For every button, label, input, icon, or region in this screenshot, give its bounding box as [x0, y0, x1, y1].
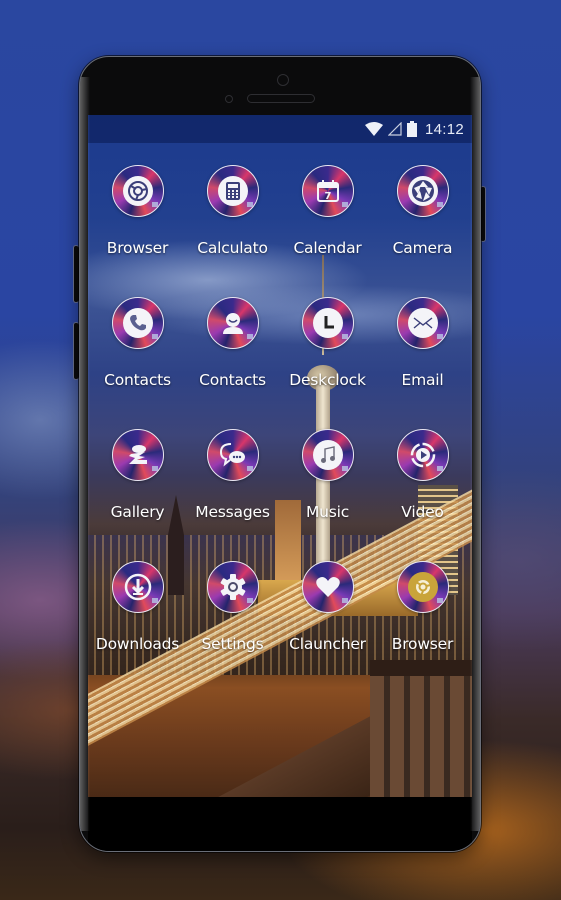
app-label: Browser: [106, 239, 169, 257]
app-label: Browser: [391, 635, 454, 653]
app-music[interactable]: Music: [280, 429, 375, 561]
app-icon-frame[interactable]: [206, 429, 259, 481]
app-icon-frame[interactable]: [396, 561, 449, 613]
app-icon-frame[interactable]: [206, 561, 259, 613]
app-video[interactable]: Video: [375, 429, 470, 561]
chrome-icon: [122, 176, 153, 206]
chat-bubble-icon: [218, 440, 248, 470]
app-calendar[interactable]: 7 Calendar: [280, 165, 375, 297]
music-note-icon: [312, 440, 343, 470]
app-email[interactable]: Email: [375, 297, 470, 429]
envelope-icon: [407, 308, 438, 338]
app-label: Downloads: [95, 635, 180, 653]
status-bar: 14:12: [88, 115, 472, 143]
app-icon-frame[interactable]: [111, 165, 164, 217]
app-icon-frame[interactable]: [206, 165, 259, 217]
person-icon: [218, 308, 248, 338]
app-icon-frame[interactable]: [301, 297, 354, 349]
gallery-icon: [123, 440, 153, 470]
app-contacts-person[interactable]: Contacts: [185, 297, 280, 429]
phone-icon: [122, 308, 153, 338]
app-clauncher[interactable]: Clauncher: [280, 561, 375, 693]
phone-frame: 14:12 Browser Calculato 7 Calendar Camer…: [79, 56, 481, 852]
download-icon: [123, 572, 153, 602]
app-settings[interactable]: Settings: [185, 561, 280, 693]
signal-icon: [387, 122, 402, 136]
app-label: Contacts: [199, 371, 266, 389]
app-gallery[interactable]: Gallery: [90, 429, 185, 561]
wifi-icon: [364, 122, 383, 136]
app-label: Music: [305, 503, 350, 521]
app-messages[interactable]: Messages: [185, 429, 280, 561]
app-downloads[interactable]: Downloads: [90, 561, 185, 693]
clock-icon: [312, 308, 343, 338]
app-icon-frame[interactable]: [396, 429, 449, 481]
app-calculator[interactable]: Calculato: [185, 165, 280, 297]
app-contacts-phone[interactable]: Contacts: [90, 297, 185, 429]
app-icon-frame[interactable]: [301, 429, 354, 481]
app-icon-frame[interactable]: [301, 561, 354, 613]
chrome-icon: [407, 572, 438, 602]
app-icon-frame[interactable]: [111, 297, 164, 349]
app-icon-frame[interactable]: 7: [301, 165, 354, 217]
home-screen: 14:12 Browser Calculato 7 Calendar Camer…: [88, 115, 472, 797]
front-camera: [277, 74, 289, 86]
app-camera[interactable]: Camera: [375, 165, 470, 297]
play-icon: [408, 440, 438, 470]
app-label: Camera: [392, 239, 453, 257]
heart-icon: [313, 572, 343, 602]
status-time: 14:12: [424, 120, 464, 138]
camera-shutter-icon: [407, 176, 438, 206]
app-deskclock[interactable]: Deskclock: [280, 297, 375, 429]
app-label: Clauncher: [289, 635, 366, 653]
app-label: Contacts: [104, 371, 171, 389]
app-icon-frame[interactable]: [111, 429, 164, 481]
app-label: Messages: [195, 503, 270, 521]
calculator-icon: [217, 176, 248, 206]
battery-icon: [406, 121, 417, 137]
app-icon-frame[interactable]: [206, 297, 259, 349]
app-icon-frame[interactable]: [396, 297, 449, 349]
calendar-icon: 7: [313, 176, 343, 206]
bottom-bezel: [88, 797, 472, 851]
app-label: Deskclock: [289, 371, 366, 389]
earpiece-speaker: [247, 94, 315, 103]
app-label: Video: [401, 503, 444, 521]
app-browser[interactable]: Browser: [90, 165, 185, 297]
calendar-day: 7: [324, 191, 331, 202]
app-icon-frame[interactable]: [111, 561, 164, 613]
app-label: Email: [401, 371, 444, 389]
proximity-sensor: [225, 95, 233, 103]
app-label: Calendar: [293, 239, 362, 257]
gear-icon: [218, 572, 248, 602]
app-browser-2[interactable]: Browser: [375, 561, 470, 693]
app-label: Gallery: [110, 503, 165, 521]
app-icon-frame[interactable]: [396, 165, 449, 217]
app-label: Calculato: [197, 239, 268, 257]
app-grid: Browser Calculato 7 Calendar Camera Cont…: [88, 165, 472, 693]
app-label: Settings: [201, 635, 264, 653]
